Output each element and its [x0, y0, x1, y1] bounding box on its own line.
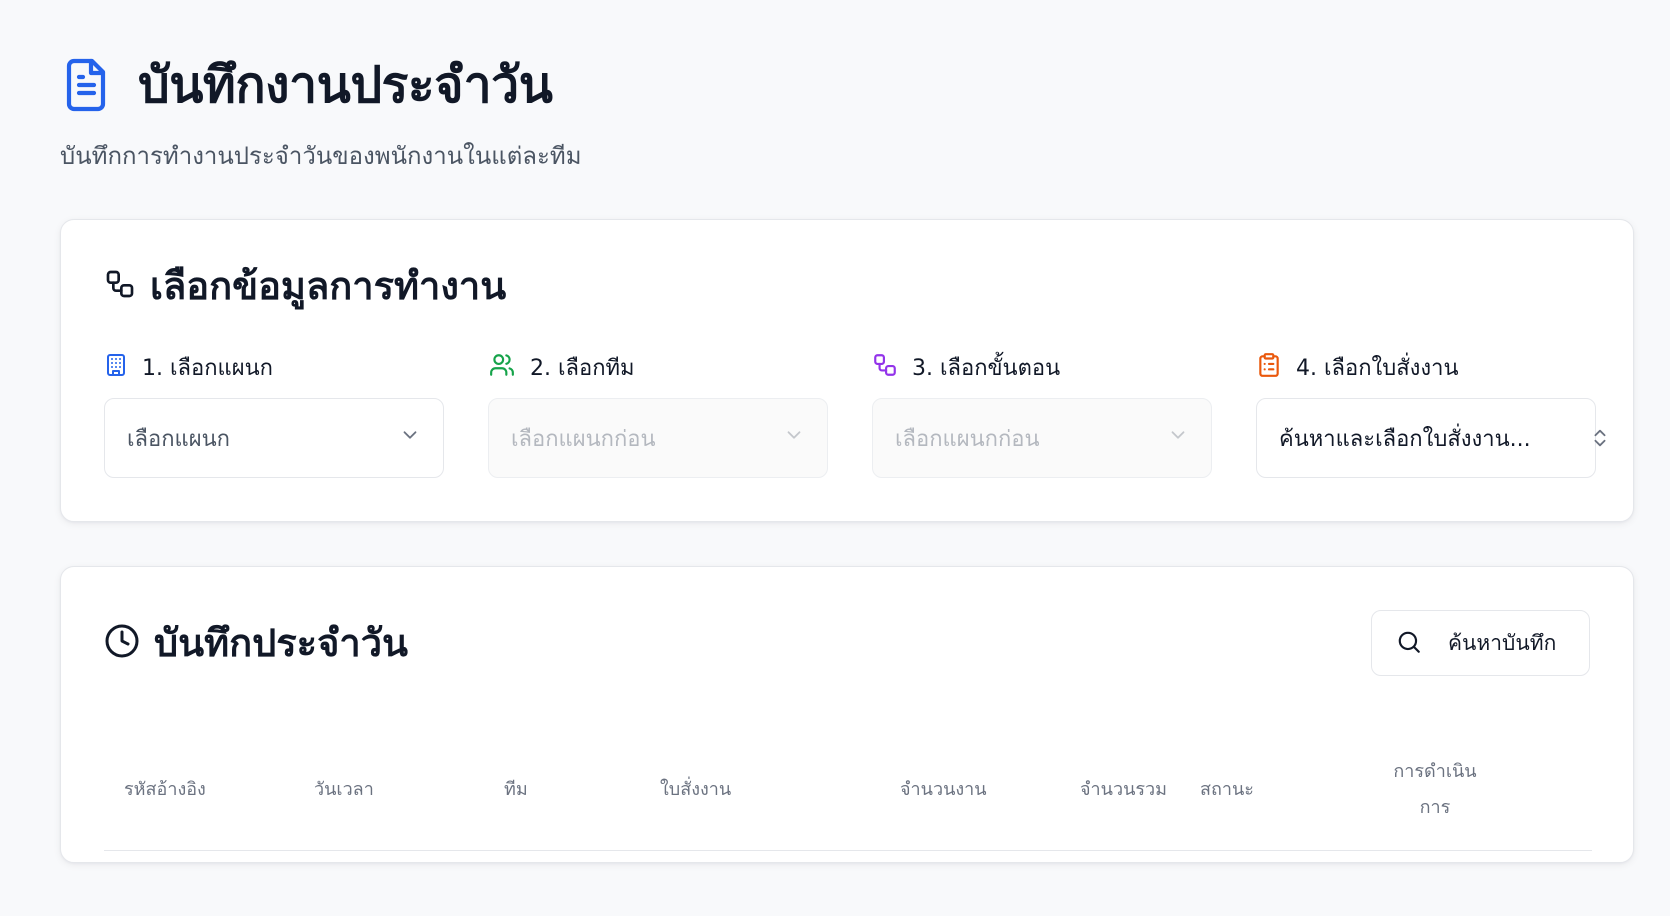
daily-log-title: บันทึกประจำวัน	[154, 621, 409, 665]
document-icon	[60, 55, 112, 115]
chevron-down-icon	[1167, 424, 1189, 452]
department-select[interactable]: เลือกแผนก	[104, 398, 444, 478]
column-header-work-order[interactable]: ใบสั่งงาน	[660, 772, 731, 808]
column-header-total-amount[interactable]: จำนวนรวม	[1080, 772, 1167, 808]
column-header-datetime[interactable]: วันเวลา	[314, 772, 374, 808]
chevron-down-icon	[399, 424, 421, 452]
daily-log-card: บันทึกประจำวัน ค้นหาบันทึก รหัสอ้างอิง ว…	[60, 566, 1634, 863]
title-row: บันทึกงานประจำวัน	[60, 52, 582, 118]
chevron-down-icon	[783, 424, 805, 452]
work-order-field-label-row: 4. เลือกใบสั่งงาน	[1256, 350, 1596, 384]
work-order-combobox-value: ค้นหาและเลือกใบสั่งงาน...	[1279, 426, 1531, 452]
step-field: 3. เลือกขั้นตอน เลือกแผนกก่อน	[872, 350, 1212, 478]
selection-card-header: เลือกข้อมูลการทำงาน	[104, 260, 506, 312]
team-select[interactable]: เลือกแผนกก่อน	[488, 398, 828, 478]
step-select[interactable]: เลือกแผนกก่อน	[872, 398, 1212, 478]
chevrons-up-down-icon	[1589, 425, 1611, 457]
daily-log-table-header: รหัสอ้างอิง วันเวลา ทีม ใบสั่งงาน จำนวนง…	[104, 737, 1592, 851]
page-subtitle: บันทึกการทำงานประจำวันของพนักงานในแต่ละท…	[60, 142, 582, 170]
step-select-value: เลือกแผนกก่อน	[895, 426, 1040, 452]
department-select-value: เลือกแผนก	[127, 426, 230, 452]
step-label: 3. เลือกขั้นตอน	[912, 355, 1061, 381]
team-field-label-row: 2. เลือกทีม	[488, 350, 828, 384]
department-field: 1. เลือกแผนก เลือกแผนก	[104, 350, 444, 478]
building-icon	[104, 352, 128, 382]
work-order-field: 4. เลือกใบสั่งงาน ค้นหาและเลือกใบสั่งงาน…	[1256, 350, 1606, 478]
clock-icon	[104, 623, 140, 663]
department-label: 1. เลือกแผนก	[142, 355, 273, 381]
selection-card-title: เลือกข้อมูลการทำงาน	[150, 264, 507, 308]
selection-card: เลือกข้อมูลการทำงาน 1. เลือกแผนก เลือกแผ…	[60, 219, 1634, 522]
team-field: 2. เลือกทีม เลือกแผนกก่อน	[488, 350, 828, 478]
work-order-label: 4. เลือกใบสั่งงาน	[1296, 355, 1459, 381]
team-select-value: เลือกแผนกก่อน	[511, 426, 656, 452]
column-header-reference[interactable]: รหัสอ้างอิง	[124, 772, 206, 808]
search-records-button[interactable]: ค้นหาบันทึก	[1371, 610, 1590, 676]
page: บันทึกงานประจำวัน บันทึกการทำงานประจำวัน…	[0, 0, 1670, 916]
department-field-label-row: 1. เลือกแผนก	[104, 350, 444, 384]
column-header-actions[interactable]: การดำเนินการ	[1385, 754, 1485, 826]
team-label: 2. เลือกทีม	[530, 355, 635, 381]
step-field-label-row: 3. เลือกขั้นตอน	[872, 350, 1212, 384]
work-order-combobox[interactable]: ค้นหาและเลือกใบสั่งงาน...	[1256, 398, 1606, 478]
daily-log-header: บันทึกประจำวัน	[104, 617, 408, 669]
clipboard-icon	[1256, 352, 1282, 382]
page-header: บันทึกงานประจำวัน บันทึกการทำงานประจำวัน…	[60, 52, 582, 175]
page-title: บันทึกงานประจำวัน	[138, 56, 553, 114]
workflow-icon	[104, 268, 136, 304]
users-icon	[488, 352, 516, 382]
search-records-label: ค้นหาบันทึก	[1448, 631, 1557, 655]
selection-fields: 1. เลือกแผนก เลือกแผนก 2. เลือกทีม เลือก…	[104, 350, 1606, 478]
column-header-status[interactable]: สถานะ	[1200, 772, 1254, 808]
column-header-task-count[interactable]: จำนวนงาน	[900, 772, 987, 808]
column-header-team[interactable]: ทีม	[504, 772, 528, 808]
search-icon	[1396, 629, 1422, 658]
workflow-icon	[872, 352, 898, 382]
